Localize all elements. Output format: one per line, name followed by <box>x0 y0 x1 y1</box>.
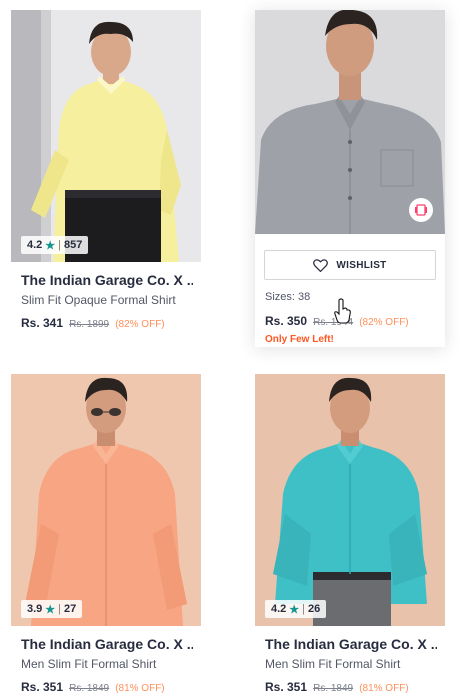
rating-count: 857 <box>64 239 83 251</box>
product-discount: (81% OFF) <box>359 683 409 694</box>
rating-separator: | <box>58 239 62 251</box>
star-icon: ★ <box>289 603 300 616</box>
view-similar-icon <box>415 204 427 216</box>
star-icon: ★ <box>45 239 56 252</box>
product-discount: (82% OFF) <box>359 317 409 328</box>
rating-badge: 4.2 ★ | 26 <box>265 600 327 618</box>
heart-icon <box>313 258 329 272</box>
product-image[interactable] <box>255 10 445 234</box>
rating-count: 26 <box>308 603 321 615</box>
product-name: Slim Fit Opaque Formal Shirt <box>21 293 176 307</box>
product-card[interactable]: 3.9 ★ | 27 The Indian Garage Co. X ... M… <box>11 374 201 694</box>
product-price: Rs. 351 <box>21 680 64 694</box>
product-brand: The Indian Garage Co. X ... <box>21 636 193 652</box>
price-row: Rs. 341 Rs. 1899 (82% OFF) <box>21 316 193 330</box>
product-image[interactable]: 4.2 ★ | 857 <box>11 10 201 262</box>
product-card[interactable]: 4.2 ★ | 26 The Indian Garage Co. X ... M… <box>255 374 445 694</box>
rating-count: 27 <box>64 603 77 615</box>
product-discount: (81% OFF) <box>115 683 165 694</box>
rating-badge: 4.2 ★ | 857 <box>21 236 89 254</box>
product-name: Men Slim Fit Formal Shirt <box>21 657 157 671</box>
price-row: Rs. 351 Rs. 1849 (81% OFF) <box>21 680 193 694</box>
product-info: The Indian Garage Co. X ... Slim Fit Opa… <box>21 272 193 330</box>
product-discount: (82% OFF) <box>115 319 165 330</box>
product-mrp: Rs. 1849 <box>69 683 110 694</box>
hand-pointer-icon <box>334 298 351 324</box>
product-mrp: Rs. 1849 <box>313 683 354 694</box>
product-image[interactable]: 4.2 ★ | 26 <box>255 374 445 626</box>
product-mrp: Rs. 1899 <box>69 319 110 330</box>
product-info: The Indian Garage Co. X ... Men Slim Fit… <box>265 636 437 694</box>
product-brand: The Indian Garage Co. X ... <box>265 636 437 652</box>
rating-separator: | <box>58 603 62 615</box>
product-card-hovered[interactable]: WISHLIST Sizes: 38 Rs. 350 Rs. 1944 (82%… <box>255 10 445 347</box>
rating-badge: 3.9 ★ | 27 <box>21 600 83 618</box>
star-icon: ★ <box>45 603 56 616</box>
product-info: The Indian Garage Co. X ... Men Slim Fit… <box>21 636 193 694</box>
product-image[interactable]: 3.9 ★ | 27 <box>11 374 201 626</box>
view-similar-button[interactable] <box>409 198 433 222</box>
product-price: Rs. 341 <box>21 316 64 330</box>
product-brand: The Indian Garage Co. X ... <box>21 272 193 288</box>
product-name: Men Slim Fit Formal Shirt <box>265 657 401 671</box>
rating-separator: | <box>302 603 306 615</box>
product-price: Rs. 351 <box>265 680 308 694</box>
rating-value: 4.2 <box>271 603 287 615</box>
rating-value: 4.2 <box>27 239 43 251</box>
product-card[interactable]: 4.2 ★ | 857 The Indian Garage Co. X ... … <box>11 10 201 340</box>
price-row: Rs. 351 Rs. 1849 (81% OFF) <box>265 680 437 694</box>
product-price: Rs. 350 <box>265 314 308 328</box>
stock-warning: Only Few Left! <box>265 334 334 345</box>
wishlist-label: WISHLIST <box>336 259 387 271</box>
rating-value: 3.9 <box>27 603 43 615</box>
wishlist-button[interactable]: WISHLIST <box>264 250 436 280</box>
